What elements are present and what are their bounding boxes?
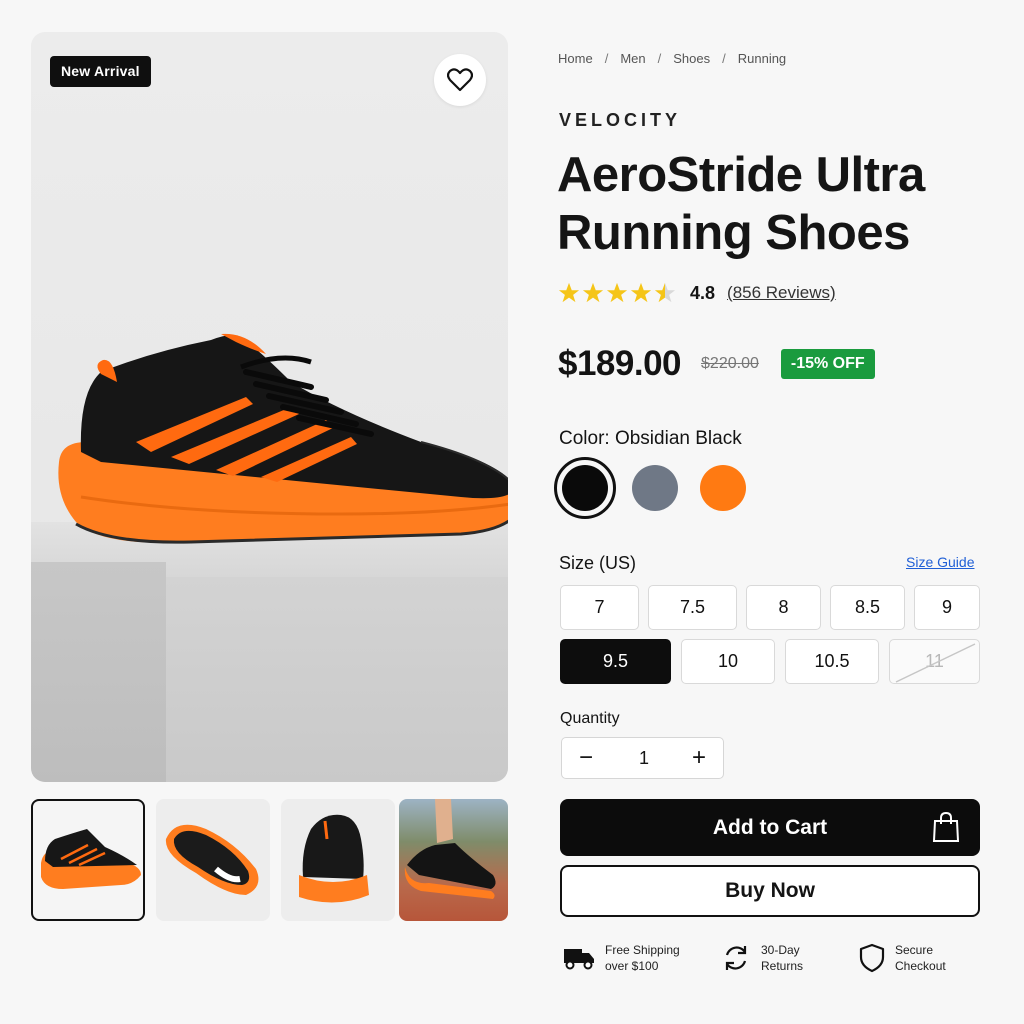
perk-shipping-line2: over $100	[605, 959, 659, 973]
perk-returns: 30-Day Returns	[721, 942, 803, 974]
breadcrumb-separator: /	[722, 51, 726, 66]
returns-icon	[725, 946, 747, 970]
breadcrumb-men[interactable]: Men	[620, 51, 645, 66]
size-option-8[interactable]: 8	[746, 585, 821, 630]
size-option-10-5[interactable]: 10.5	[785, 639, 879, 684]
star-rating	[558, 282, 676, 304]
perk-secure-line2: Checkout	[895, 959, 946, 973]
rating-row: 4.8 (856 Reviews)	[558, 282, 836, 304]
perk-returns-line1: 30-Day	[761, 943, 800, 957]
breadcrumb-home[interactable]: Home	[558, 51, 593, 66]
shoe-action-thumb	[404, 799, 496, 899]
size-option-11-unavailable: 11	[889, 639, 980, 684]
size-option-8-5[interactable]: 8.5	[830, 585, 905, 630]
star-icon	[630, 282, 652, 303]
breadcrumb-separator: /	[604, 51, 609, 66]
pedestal-side	[31, 562, 166, 782]
perk-free-shipping: Free Shipping over $100	[563, 942, 680, 974]
thumbnail-action-view[interactable]	[399, 799, 508, 921]
thumbnail-sole-view[interactable]	[156, 799, 270, 921]
strikethrough-line	[895, 643, 976, 683]
quantity-increase-button[interactable]: +	[677, 738, 721, 778]
reviews-link[interactable]: (856 Reviews)	[727, 283, 836, 303]
wishlist-button[interactable]	[434, 54, 486, 106]
size-option-7[interactable]: 7	[560, 585, 639, 630]
half-star-icon	[654, 282, 676, 303]
breadcrumb-running[interactable]: Running	[738, 51, 786, 66]
quantity-decrease-button[interactable]: −	[564, 738, 608, 778]
perk-secure-line1: Secure	[895, 943, 934, 957]
shoe-rear-thumb	[299, 814, 369, 903]
pedestal-front	[166, 577, 508, 782]
swatch-slate-gray[interactable]	[632, 465, 678, 511]
buy-now-button[interactable]: Buy Now	[560, 865, 980, 917]
main-product-image[interactable]	[31, 32, 508, 782]
size-option-10[interactable]: 10	[681, 639, 775, 684]
thumbnail-rear-view[interactable]	[281, 799, 395, 921]
thumbnail-side-view[interactable]	[31, 799, 145, 921]
discount-badge: -15% OFF	[780, 349, 875, 379]
price-row: $189.00 $220.00 -15% OFF	[558, 344, 875, 384]
rating-value: 4.8	[690, 282, 716, 303]
shopping-bag-icon	[932, 811, 960, 842]
shoe-sole-thumb	[165, 824, 259, 895]
size-guide-link[interactable]: Size Guide	[906, 554, 974, 570]
thumbnail-strip	[31, 799, 508, 921]
quantity-value[interactable]: 1	[622, 738, 666, 778]
size-label: Size (US)	[559, 553, 637, 573]
size-option-9[interactable]: 9	[914, 585, 980, 630]
size-option-9-5[interactable]: 9.5	[560, 639, 671, 684]
original-price: $220.00	[701, 355, 759, 372]
perk-secure-checkout: Secure Checkout	[859, 942, 946, 974]
brand-name: VELOCITY	[559, 110, 682, 130]
swatch-blaze-orange[interactable]	[700, 465, 746, 511]
breadcrumb: Home / Men / Shoes / Running	[558, 51, 786, 66]
star-icon	[558, 282, 580, 303]
truck-icon	[564, 949, 594, 970]
new-arrival-badge: New Arrival	[50, 56, 151, 87]
quantity-stepper: − 1 +	[561, 737, 724, 779]
shoe-side-thumb	[41, 829, 141, 889]
perk-returns-line2: Returns	[761, 959, 804, 973]
add-to-cart-label: Add to Cart	[712, 816, 828, 839]
add-to-cart-button[interactable]: Add to Cart	[560, 799, 980, 856]
quantity-label: Quantity	[560, 710, 620, 727]
swatch-obsidian-black[interactable]	[562, 465, 608, 511]
hero-shoe-image	[58, 333, 508, 544]
breadcrumb-shoes[interactable]: Shoes	[673, 51, 710, 66]
size-option-7-5[interactable]: 7.5	[648, 585, 737, 630]
breadcrumb-separator: /	[657, 51, 662, 66]
current-price: $189.00	[558, 344, 682, 383]
perk-shipping-line1: Free Shipping	[605, 943, 680, 957]
star-icon	[582, 282, 604, 303]
heart-icon	[447, 68, 473, 92]
product-title: AeroStride Ultra Running Shoes	[557, 148, 925, 260]
star-icon	[606, 282, 628, 303]
shield-icon	[859, 943, 885, 973]
color-label: Color: Obsidian Black	[559, 428, 742, 449]
